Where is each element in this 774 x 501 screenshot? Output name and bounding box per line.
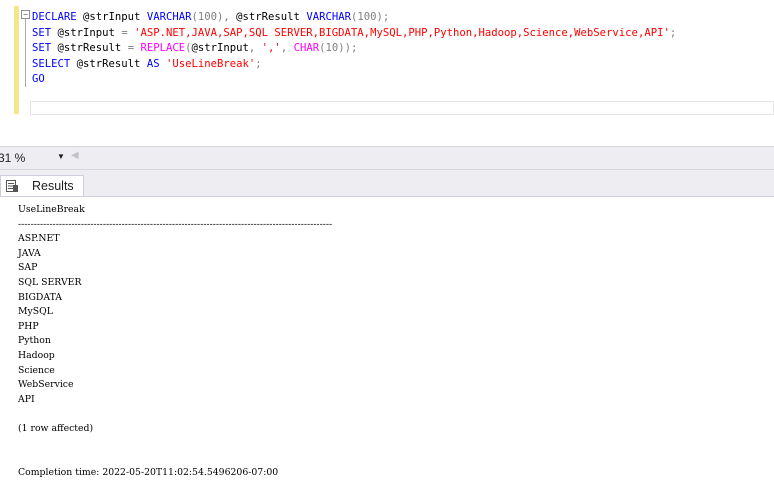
result-row: JAVA: [18, 247, 41, 259]
query-editor[interactable]: − DECLARE @strInput VARCHAR(100), @strRe…: [0, 0, 774, 146]
code-line[interactable]: SELECT @strResult AS 'UseLineBreak';: [32, 57, 676, 73]
results-text-output[interactable]: UseLineBreak ----------------------------…: [18, 203, 686, 480]
zoom-level[interactable]: 31 %: [0, 151, 25, 165]
code-token: @strResult: [51, 42, 128, 54]
editor-status-bar: 31 % ▼ ◀: [0, 146, 774, 170]
code-token: @strInput: [191, 42, 249, 54]
code-token: (100);: [350, 11, 390, 23]
code-token: @strResult: [236, 11, 307, 23]
completion-time-message: Completion time: 2022-05-20T11:02:54.549…: [18, 466, 279, 478]
code-token: ;: [669, 26, 677, 39]
rows-affected-message: (1 row affected): [18, 422, 94, 434]
code-token: @strInput: [76, 11, 147, 23]
code-token: =: [121, 26, 135, 39]
result-row: ASP.NET: [18, 233, 60, 245]
result-values: ASP.NET JAVA SAP SQL SERVER BIGDATA MySQL PHP P…: [18, 232, 686, 407]
code-token: (100),: [191, 11, 237, 23]
result-row: Hadoop: [18, 349, 55, 361]
tab-results[interactable]: Results: [0, 175, 84, 197]
change-tracking-bar: [14, 6, 19, 114]
code-token: GO: [32, 73, 45, 85]
result-row: SAP: [18, 262, 38, 274]
code-token: 'ASP.NET,JAVA,SAP,SQL SERVER,BIGDATA,MyS…: [134, 26, 670, 39]
code-line[interactable]: SET @strInput = 'ASP.NET,JAVA,SAP,SQL SE…: [32, 26, 676, 42]
code-token: VARCHAR: [306, 11, 351, 23]
results-pane[interactable]: UseLineBreak ----------------------------…: [0, 196, 774, 501]
code-token: SELECT: [32, 57, 71, 70]
column-separator: ----------------------------------------…: [18, 218, 333, 230]
scroll-left-icon[interactable]: ◀: [71, 150, 79, 161]
result-row: SQL SERVER: [18, 276, 82, 288]
collapse-region-icon[interactable]: −: [21, 10, 30, 19]
result-row: Science: [18, 364, 55, 376]
fold-guide-line: [25, 19, 26, 87]
result-row: PHP: [18, 320, 39, 332]
code-token: ,: [248, 42, 262, 54]
chevron-down-icon[interactable]: ▼: [57, 152, 65, 161]
code-line[interactable]: GO: [32, 72, 676, 88]
code-token: SET: [32, 42, 52, 54]
code-token: SET: [32, 26, 52, 39]
code-token: REPLACE: [140, 42, 186, 54]
code-token: @strResult: [70, 57, 147, 70]
code-token: CHAR: [293, 42, 320, 54]
column-header: UseLineBreak: [18, 204, 85, 215]
results-tab-label: Results: [32, 179, 74, 193]
code-line[interactable]: DECLARE @strInput VARCHAR(100), @strResu…: [32, 10, 676, 26]
result-row: WebService: [18, 379, 74, 391]
sql-code[interactable]: DECLARE @strInput VARCHAR(100), @strResu…: [32, 10, 676, 88]
code-token: 'UseLineBreak': [165, 57, 256, 70]
code-token: DECLARE: [32, 11, 77, 23]
result-row: API: [18, 393, 35, 405]
results-tab-strip: [0, 170, 774, 196]
editor-gutter: [0, 0, 14, 146]
code-token: =: [127, 42, 141, 54]
result-row: MySQL: [18, 306, 53, 318]
current-line-highlight: [30, 101, 774, 115]
result-row: BIGDATA: [18, 291, 62, 303]
code-token: ;: [255, 57, 262, 70]
result-row: Python: [18, 335, 51, 347]
code-token: (10));: [319, 42, 358, 54]
code-token: ,: [280, 42, 294, 54]
results-grid-icon: [6, 180, 18, 192]
code-token: AS: [146, 57, 160, 70]
code-token: ',': [261, 42, 281, 54]
code-token: @strInput: [51, 26, 122, 39]
code-line[interactable]: SET @strResult = REPLACE(@strInput, ',',…: [32, 41, 676, 57]
code-token: VARCHAR: [146, 11, 192, 23]
